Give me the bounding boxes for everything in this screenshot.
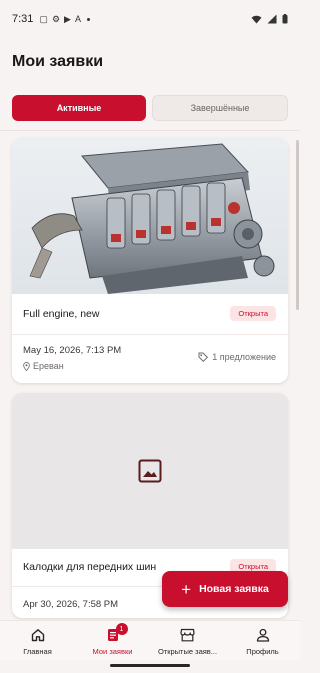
request-date: May 16, 2026, 7:13 PM (23, 345, 122, 356)
tabs-divider (0, 130, 300, 131)
image-placeholder-icon (138, 459, 162, 483)
tab-active[interactable]: Активные (12, 95, 146, 121)
battery-icon (282, 14, 288, 24)
request-title: Калодки для передних шин (23, 561, 157, 573)
offers-text: 1 предложение (212, 352, 276, 362)
request-card[interactable]: Full engine, new Открыта May 16, 2026, 7… (12, 138, 288, 383)
tag-icon (198, 352, 209, 362)
nav-label: Главная (23, 647, 52, 656)
plus-icon: + (181, 579, 192, 599)
nav-profile[interactable]: Профиль (225, 621, 300, 660)
status-badge: Открыта (230, 306, 276, 321)
wifi-icon (251, 15, 262, 24)
request-title: Full engine, new (23, 308, 100, 320)
home-icon (31, 629, 44, 642)
play-icon: ▶ (64, 13, 71, 24)
store-icon (180, 628, 195, 642)
new-request-label: Новая заявка (199, 583, 269, 595)
request-location: Ереван (23, 361, 64, 371)
engine-photo (12, 138, 288, 294)
home-indicator[interactable] (110, 664, 190, 667)
offers-count: 1 предложение (198, 352, 276, 362)
nav-my-requests[interactable]: 1 Мои заявки (75, 621, 150, 660)
page-title: Мои заявки (12, 53, 104, 70)
tab-completed[interactable]: Завершённые (152, 95, 288, 121)
location-text: Ереван (33, 361, 64, 371)
settings-icon: ⚙ (51, 13, 61, 24)
nav-label: Открытые заяв... (157, 647, 218, 656)
nav-label: Профиль (246, 647, 279, 656)
dot-icon (86, 17, 90, 21)
nav-label: Мои заявки (92, 647, 133, 656)
screenshot-icon: ▢ (39, 13, 48, 24)
card-divider (12, 334, 288, 335)
notification-badge: 1 (115, 623, 128, 635)
status-tabs: Активные Завершённые (12, 95, 288, 121)
nav-home[interactable]: Главная (0, 621, 75, 660)
nav-open-requests[interactable]: Открытые заяв... (150, 621, 225, 660)
bottom-nav: Главная 1 Мои заявки Открытые заяв... Пр… (0, 620, 300, 660)
status-time: 7:31 (12, 13, 34, 25)
accessibility-icon: A (74, 14, 81, 24)
profile-icon (256, 628, 269, 642)
request-date: Apr 30, 2026, 7:58 PM (23, 599, 119, 610)
location-pin-icon (23, 361, 30, 371)
image-placeholder (12, 393, 288, 549)
status-bar: 7:31 ▢ ⚙ ▶ A (0, 0, 300, 38)
scrollbar[interactable] (296, 140, 299, 310)
new-request-button[interactable]: + Новая заявка (162, 571, 288, 607)
signal-icon (267, 14, 277, 24)
